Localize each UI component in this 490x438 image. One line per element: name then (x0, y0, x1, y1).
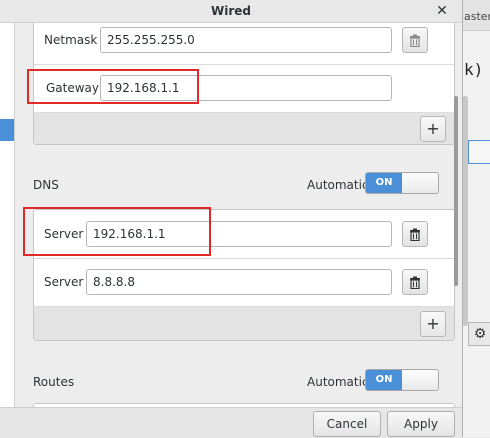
trash-icon[interactable] (402, 269, 428, 295)
dns-servers-box: Server 192.168.1.1 Server 8.8.8.8 + (33, 209, 455, 341)
add-icon[interactable]: + (420, 116, 446, 142)
dialog-titlebar: Wired ✕ (0, 0, 462, 23)
sidebar (0, 23, 15, 413)
apply-button[interactable]: Apply (387, 411, 455, 437)
background-window-titlebar: aster (462, 0, 490, 31)
routes-automatic-label: Automatic (307, 375, 369, 389)
background-window-title: aster (464, 10, 490, 23)
sidebar-item-selected[interactable] (0, 119, 14, 141)
gateway-label: Gateway (46, 81, 100, 95)
dns-server-label: Server (44, 275, 84, 289)
content-scrollbar[interactable] (454, 96, 458, 286)
gateway-row: Gateway 192.168.1.1 (34, 64, 454, 113)
cancel-button[interactable]: Cancel (313, 411, 381, 437)
dns-server-row: Server 192.168.1.1 (34, 210, 454, 259)
trash-icon[interactable] (402, 27, 428, 53)
dns-server-input[interactable]: 192.168.1.1 (86, 221, 392, 247)
dns-server-label: Server (44, 227, 84, 241)
gear-icon[interactable]: ⚙ (468, 322, 490, 346)
ipv4-address-box: Netmask 255.255.255.0 Gateway 192.168.1.… (33, 23, 455, 145)
settings-content: Netmask 255.255.255.0 Gateway 192.168.1.… (15, 23, 460, 413)
dns-server-row: Server 8.8.8.8 (34, 258, 454, 307)
add-icon[interactable]: + (420, 311, 446, 337)
ipv4-add-bar: + (34, 113, 454, 144)
dns-section-label: DNS (33, 178, 59, 192)
dialog-footer: Cancel Apply (0, 407, 462, 438)
dns-automatic-switch[interactable]: ON (365, 172, 439, 194)
netmask-input[interactable]: 255.255.255.0 (100, 27, 392, 53)
dns-switch-on: ON (366, 173, 402, 193)
dns-server-input[interactable]: 8.8.8.8 (86, 269, 392, 295)
background-window-field[interactable] (468, 140, 490, 164)
close-icon[interactable]: ✕ (434, 0, 450, 22)
routes-section-label: Routes (33, 375, 75, 389)
gateway-input[interactable]: 192.168.1.1 (100, 75, 392, 101)
background-window-text: k) (464, 60, 484, 79)
routes-switch-on: ON (366, 370, 402, 390)
netmask-row: Netmask 255.255.255.0 (34, 23, 454, 65)
trash-icon[interactable] (402, 221, 428, 247)
dialog-title: Wired (211, 4, 251, 18)
netmask-label: Netmask (44, 33, 98, 47)
dns-add-bar: + (34, 307, 454, 340)
routes-automatic-switch[interactable]: ON (365, 369, 439, 391)
dns-automatic-label: Automatic (307, 178, 369, 192)
wired-dialog: Wired ✕ Netmask 255.255.255.0 Gateway 19… (0, 0, 463, 438)
background-window: aster k) ⚙ (462, 0, 490, 437)
